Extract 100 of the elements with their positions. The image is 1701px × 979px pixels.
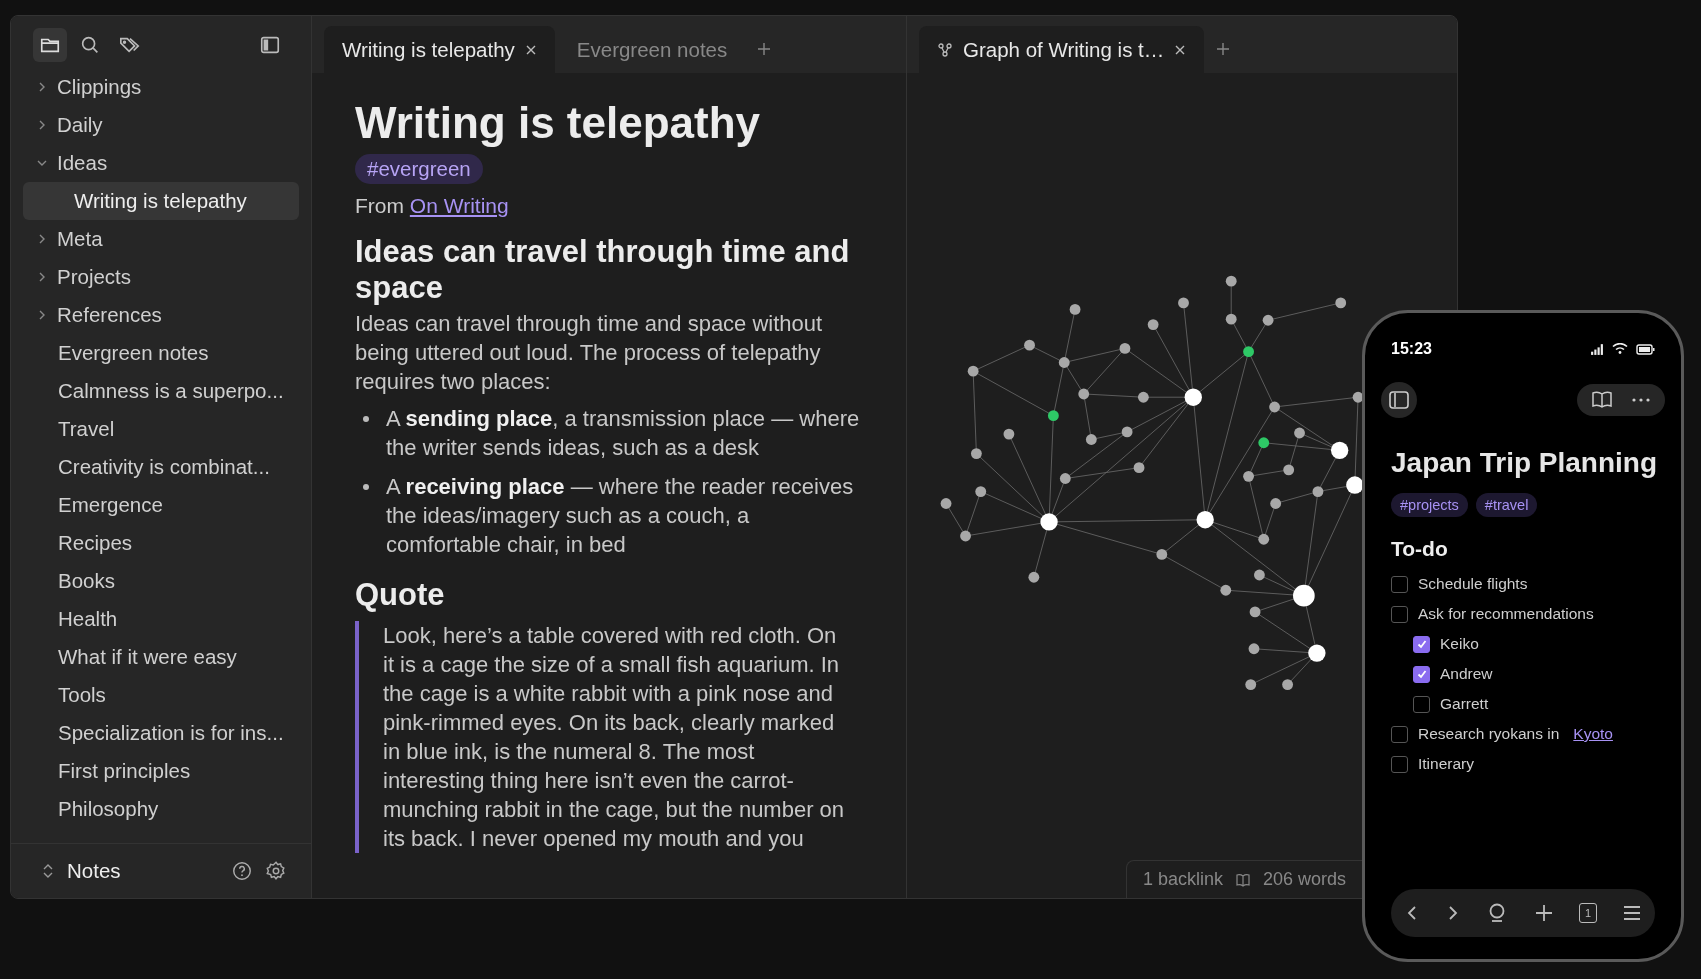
graph-node[interactable] (967, 365, 979, 377)
graph-node[interactable] (1312, 486, 1324, 497)
file-tree-item[interactable]: Emergence (23, 486, 299, 524)
graph-node[interactable] (1254, 569, 1265, 581)
sidebar-toggle-icon[interactable] (1381, 382, 1417, 418)
graph-node[interactable] (1184, 388, 1202, 406)
file-tree-item[interactable]: Books (23, 562, 299, 600)
graph-node[interactable] (1085, 434, 1097, 445)
graph-node[interactable] (1248, 643, 1260, 655)
graph-node[interactable] (1178, 297, 1189, 309)
graph-node[interactable] (1028, 571, 1040, 583)
graph-node[interactable] (1196, 511, 1214, 529)
note-link[interactable]: Kyoto (1573, 725, 1613, 743)
menu-icon[interactable] (1622, 904, 1643, 922)
folder-icon[interactable] (33, 28, 67, 62)
graph-node[interactable] (1283, 464, 1295, 476)
plus-icon[interactable] (1533, 903, 1554, 923)
file-tree-item[interactable]: Travel (23, 410, 299, 448)
graph-node[interactable] (1147, 319, 1159, 330)
checkbox[interactable] (1391, 575, 1408, 593)
checkbox[interactable] (1391, 725, 1408, 743)
close-icon[interactable] (524, 43, 537, 56)
tab[interactable]: Writing is telepathy (324, 26, 555, 73)
file-tree-item[interactable]: First principles (23, 752, 299, 790)
file-tree-item[interactable]: Meta (23, 220, 299, 258)
note-link[interactable]: On Writing (409, 194, 509, 217)
graph-node[interactable] (1249, 606, 1261, 618)
graph-node[interactable] (1119, 343, 1131, 354)
graph-node[interactable] (1245, 679, 1257, 690)
graph-node[interactable] (1058, 357, 1070, 368)
new-tab-icon[interactable] (1216, 42, 1231, 56)
close-icon[interactable] (1174, 43, 1187, 56)
graph-node[interactable] (1352, 391, 1364, 403)
graph-node[interactable] (1137, 391, 1149, 403)
graph-node[interactable] (1243, 346, 1254, 358)
file-tree-item[interactable]: Philosophy (23, 790, 299, 828)
graph-node[interactable] (1003, 428, 1015, 440)
tag[interactable]: #travel (1475, 493, 1538, 517)
file-tree-item[interactable]: Creativity is combinat... (23, 448, 299, 486)
graph-node[interactable] (1059, 473, 1071, 484)
file-tree-item[interactable]: What if it were easy (23, 638, 299, 676)
vault-name[interactable]: Notes (67, 859, 121, 883)
new-tab-icon[interactable] (757, 42, 772, 56)
file-tree-item[interactable]: Writing is telepathy (23, 182, 299, 220)
file-tree-item[interactable]: Specialization is for ins... (23, 714, 299, 752)
graph-node[interactable] (1040, 513, 1058, 531)
graph-node[interactable] (1335, 297, 1347, 309)
book-icon[interactable] (1591, 390, 1613, 410)
settings-icon[interactable] (265, 860, 287, 882)
file-tree-item[interactable]: Clippings (23, 68, 299, 106)
graph-node[interactable] (970, 448, 982, 459)
file-tree-item[interactable]: Recipes (23, 524, 299, 562)
graph-node[interactable] (1270, 498, 1282, 509)
tab[interactable]: Evergreen notes (558, 26, 746, 73)
graph-node[interactable] (1258, 437, 1270, 449)
tag[interactable]: #evergreen (355, 154, 483, 184)
file-tree-item[interactable]: Evergreen notes (23, 334, 299, 372)
tag[interactable]: #projects (1391, 493, 1468, 517)
file-tree-item[interactable]: Health (23, 600, 299, 638)
graph-node[interactable] (1225, 275, 1237, 287)
file-tree-item[interactable]: Tools (23, 676, 299, 714)
graph-node[interactable] (1262, 314, 1274, 326)
graph-node[interactable] (1078, 388, 1090, 400)
checkbox[interactable] (1413, 695, 1430, 713)
graph-node[interactable] (1047, 410, 1059, 422)
graph-node[interactable] (1220, 584, 1232, 596)
graph-node[interactable] (1294, 427, 1305, 439)
switch-vault-icon[interactable] (41, 862, 55, 880)
graph-node[interactable] (940, 498, 952, 509)
file-tree-item[interactable]: Daily (23, 106, 299, 144)
file-tree-item[interactable]: Calmness is a superpo... (23, 372, 299, 410)
graph-node[interactable] (1243, 470, 1254, 482)
file-tree-item[interactable]: References (23, 296, 299, 334)
graph-node[interactable] (1121, 426, 1133, 438)
graph-node[interactable] (1258, 533, 1270, 545)
book-icon[interactable] (1234, 871, 1251, 888)
checkbox[interactable] (1391, 755, 1408, 773)
help-icon[interactable] (231, 860, 253, 882)
graph-node[interactable] (1346, 476, 1364, 494)
graph-node[interactable] (960, 530, 971, 542)
tab-count[interactable]: 1 (1578, 903, 1597, 923)
file-tree-item[interactable]: Projects (23, 258, 299, 296)
checkbox[interactable] (1413, 665, 1430, 683)
graph-node[interactable] (1133, 462, 1145, 474)
backlink-count[interactable]: 1 backlink (1142, 869, 1223, 890)
more-icon[interactable] (1631, 397, 1651, 403)
checkbox[interactable] (1413, 635, 1430, 653)
file-tree-item[interactable]: Ideas (23, 144, 299, 182)
graph-node[interactable] (1225, 313, 1237, 325)
graph-node[interactable] (1330, 441, 1349, 459)
graph-node[interactable] (1069, 303, 1081, 315)
graph-node[interactable] (1293, 584, 1315, 607)
graph-node[interactable] (975, 486, 987, 497)
graph-node[interactable] (1308, 644, 1326, 662)
checkbox[interactable] (1391, 605, 1408, 623)
graph-node[interactable] (1156, 549, 1168, 560)
tab[interactable]: Graph of Writing is t… (919, 26, 1205, 73)
graph-node[interactable] (1282, 679, 1293, 690)
graph-node[interactable] (1269, 401, 1280, 413)
graph-node[interactable] (1024, 339, 1035, 351)
